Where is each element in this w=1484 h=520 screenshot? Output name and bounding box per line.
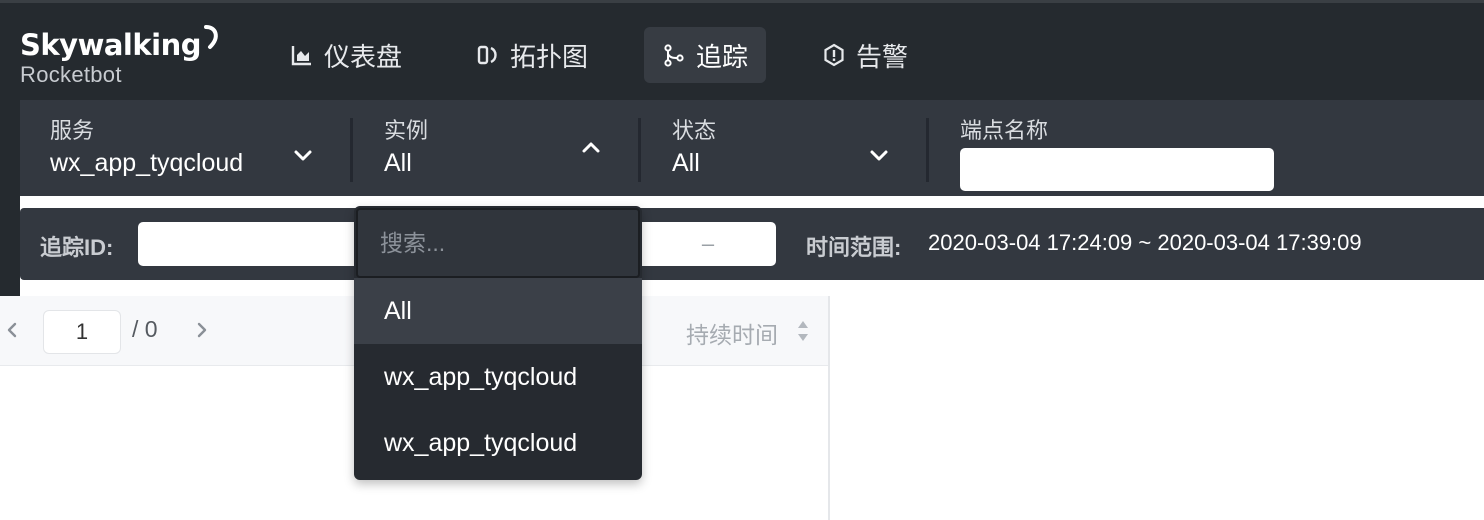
alarm-icon xyxy=(824,43,844,67)
nav-item-trace[interactable]: 追踪 xyxy=(644,27,767,83)
service-label: 服务 xyxy=(50,118,95,143)
nav-item-label: 告警 xyxy=(856,41,909,72)
chevron-down-icon xyxy=(870,150,888,161)
trace-id-input[interactable] xyxy=(138,222,360,266)
service-value: wx_app_tyqcloud xyxy=(50,149,244,177)
logo-subtitle: Rocketbot xyxy=(20,62,122,87)
chevron-left-icon[interactable] xyxy=(4,320,20,340)
time-range-value[interactable]: 2020-03-04 17:24:09 ~ 2020-03-04 17:39:0… xyxy=(928,230,1362,256)
trace-id-label: 追踪ID: xyxy=(40,235,114,260)
dropdown-option[interactable]: wx_app_tyqcloud xyxy=(354,410,642,476)
nav-item-alarm[interactable]: 告警 xyxy=(804,27,926,83)
skywalking-logo[interactable]: Skywalking Rocketbot xyxy=(20,25,222,87)
trace-icon xyxy=(664,44,684,67)
nav-item-label: 拓扑图 xyxy=(510,41,589,72)
nav-item-topology[interactable]: 拓扑图 xyxy=(458,27,606,83)
service-select[interactable]: 服务 wx_app_tyqcloud xyxy=(50,116,320,184)
status-value: All xyxy=(672,149,700,177)
instance-dropdown: 搜索... All wx_app_tyqcloud wx_app_tyqclou… xyxy=(354,206,642,480)
instance-value: All xyxy=(384,149,412,177)
filter-divider xyxy=(638,118,641,182)
logo-text: Skywalking xyxy=(20,28,202,62)
nav-item-dashboard[interactable]: 仪表盘 xyxy=(272,27,420,83)
filter-bar: 服务 wx_app_tyqcloud 实例 All 状态 All 端点名称 xyxy=(20,100,1484,196)
endpoint-label: 端点名称 xyxy=(960,118,1049,143)
dropdown-search-input[interactable]: 搜索... xyxy=(356,208,640,278)
page-total: / 0 xyxy=(132,316,158,342)
duration-separator: – xyxy=(701,231,715,256)
page-gutter xyxy=(0,100,20,296)
status-label: 状态 xyxy=(672,118,717,143)
main-nav: 仪表盘 拓扑图 追踪 告警 xyxy=(272,27,964,83)
time-range-label: 时间范围: xyxy=(806,235,902,260)
query-bar: 追踪ID: – 时间范围: 2020-03-04 17:24:09 ~ 2020… xyxy=(20,208,1484,280)
nav-item-label: 追踪 xyxy=(696,41,749,72)
endpoint-name-input[interactable] xyxy=(960,148,1274,191)
dropdown-option[interactable]: wx_app_tyqcloud xyxy=(354,344,642,410)
chevron-right-icon[interactable] xyxy=(194,320,210,340)
sort-icon[interactable] xyxy=(796,318,810,344)
instance-select[interactable]: 实例 All xyxy=(384,116,604,184)
nav-item-label: 仪表盘 xyxy=(324,41,403,72)
chevron-down-icon xyxy=(294,150,312,161)
chart-icon xyxy=(291,46,311,66)
logo-arc-icon xyxy=(204,25,218,49)
top-navbar: Skywalking Rocketbot 仪表盘 拓扑图 追踪 告警 xyxy=(0,0,1484,100)
status-select[interactable]: 状态 All xyxy=(672,116,892,184)
filter-divider xyxy=(350,118,353,182)
topology-icon xyxy=(477,45,497,65)
duration-max-input[interactable]: – xyxy=(640,222,776,266)
sort-duration-label[interactable]: 持续时间 xyxy=(686,316,778,350)
chevron-up-icon xyxy=(582,142,600,153)
instance-label: 实例 xyxy=(384,118,429,143)
dropdown-option[interactable]: All xyxy=(354,278,642,344)
filter-divider xyxy=(926,118,929,182)
page-number-input[interactable]: 1 xyxy=(43,310,121,354)
